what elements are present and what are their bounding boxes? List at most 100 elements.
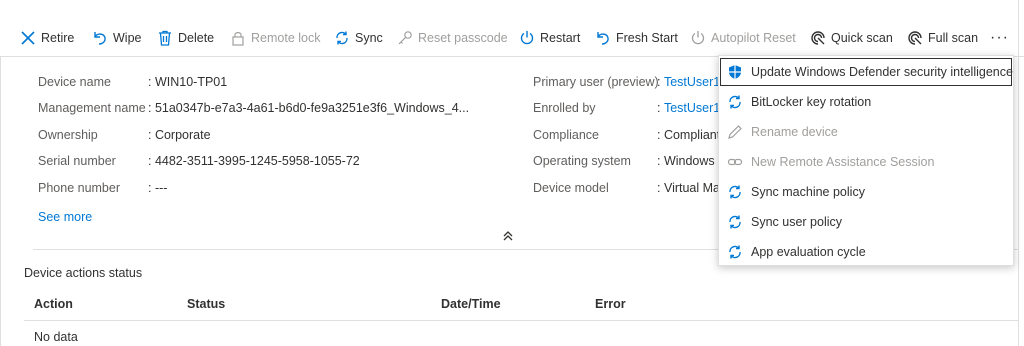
operating-system-row: Operating system : Windows: [533, 151, 715, 171]
management-name-row: Management name : 51a0347b-e7a3-4a61-b6d…: [38, 98, 469, 118]
autopilot-reset-button[interactable]: Autopilot Reset: [690, 24, 796, 52]
compliance-label: Compliance: [533, 128, 600, 142]
panel-left-border: [0, 56, 1, 346]
colon: :: [148, 154, 155, 168]
enrolled-by-link[interactable]: TestUser1: [664, 101, 720, 115]
menu-item-label: Update Windows Defender security intelli…: [751, 65, 1013, 79]
phone-number-label: Phone number: [38, 181, 121, 195]
more-actions-button[interactable]: ···: [990, 24, 1009, 52]
scan-icon: [908, 31, 922, 45]
device-name-label: Device name: [38, 75, 111, 89]
retire-button[interactable]: Retire: [20, 24, 74, 52]
collapse-chevron-icon[interactable]: [501, 229, 515, 243]
primary-user-row: Primary user (preview) : TestUser1: [533, 72, 720, 92]
retire-label: Retire: [41, 31, 75, 45]
operating-system-value: Windows: [663, 154, 715, 168]
restart-label: Restart: [540, 31, 581, 45]
lock-icon: [232, 32, 244, 46]
reset-passcode-button[interactable]: Reset passcode: [397, 24, 508, 52]
delete-button[interactable]: Delete: [157, 24, 214, 52]
device-model-row: Device model : Virtual Ma: [533, 178, 720, 198]
quick-scan-label: Quick scan: [831, 31, 893, 45]
autopilot-reset-label: Autopilot Reset: [711, 31, 796, 45]
delete-label: Delete: [178, 31, 215, 45]
sync-icon: [729, 245, 741, 259]
colon: :: [657, 101, 664, 115]
key-icon: [398, 31, 412, 45]
ownership-row: Ownership : Corporate: [38, 125, 211, 145]
enrolled-by-label: Enrolled by: [533, 101, 596, 115]
menu-item-label: Sync user policy: [751, 215, 843, 229]
management-name-value: 51a0347b-e7a3-4a61-b6d0-fe9a3251e3f6_Win…: [154, 101, 470, 115]
sync-icon: [336, 31, 348, 45]
remote-lock-button[interactable]: Remote lock: [230, 24, 320, 52]
menu-item-sync-user-policy[interactable]: Sync user policy: [719, 207, 1013, 237]
colon: :: [148, 181, 155, 195]
menu-item-label: Rename device: [751, 125, 838, 139]
device-actions-status-title: Device actions status: [24, 266, 143, 280]
full-scan-label: Full scan: [928, 31, 979, 45]
undo-icon: [94, 32, 106, 45]
serial-number-label: Serial number: [38, 154, 116, 168]
fresh-start-button[interactable]: Fresh Start: [595, 24, 678, 52]
menu-item-label: BitLocker key rotation: [751, 95, 872, 109]
link-icon: [727, 158, 743, 166]
colon: :: [657, 181, 664, 195]
menu-item-bitlocker-rotation[interactable]: BitLocker key rotation: [719, 87, 1013, 117]
remote-lock-label: Remote lock: [251, 31, 321, 45]
restart-button[interactable]: Restart: [519, 24, 580, 52]
ownership-value: Corporate: [154, 128, 211, 142]
colon: :: [657, 75, 664, 89]
more-actions-menu: Update Windows Defender security intelli…: [718, 55, 1014, 266]
column-header-error[interactable]: Error: [595, 297, 626, 311]
serial-number-row: Serial number : 4482-3511-3995-1245-5958…: [38, 151, 360, 171]
quick-scan-button[interactable]: Quick scan: [810, 24, 893, 52]
ownership-label: Ownership: [38, 128, 98, 142]
full-scan-button[interactable]: Full scan: [907, 24, 978, 52]
colon: :: [148, 128, 155, 142]
menu-item-sync-machine-policy[interactable]: Sync machine policy: [719, 177, 1013, 207]
no-data-text: No data: [34, 330, 78, 344]
compliance-value: Compliant: [663, 128, 721, 142]
sync-button[interactable]: Sync: [334, 24, 383, 52]
undo-icon: [597, 32, 609, 45]
reset-passcode-label: Reset passcode: [418, 31, 508, 45]
pencil-icon: [728, 125, 742, 139]
menu-item-label: App evaluation cycle: [751, 245, 866, 259]
serial-number-value: 4482-3511-3995-1245-5958-1055-72: [154, 154, 360, 168]
menu-item-app-evaluation-cycle[interactable]: App evaluation cycle: [719, 237, 1013, 267]
sync-icon: [729, 95, 741, 109]
menu-item-label: New Remote Assistance Session: [751, 155, 935, 169]
column-header-datetime[interactable]: Date/Time: [441, 297, 501, 311]
primary-user-link[interactable]: TestUser1: [664, 75, 720, 89]
close-icon: [21, 31, 35, 45]
panel-right-border: [1018, 0, 1019, 346]
management-name-label: Management name: [38, 101, 146, 115]
device-model-value: Virtual Ma: [663, 181, 720, 195]
power-icon: [691, 31, 705, 45]
sync-icon: [729, 185, 741, 199]
defender-shield-icon: [729, 65, 741, 79]
colon: :: [148, 75, 155, 89]
wipe-button[interactable]: Wipe: [92, 24, 141, 52]
more-icon: ···: [990, 29, 1009, 46]
column-header-action[interactable]: Action: [34, 297, 73, 311]
primary-user-label: Primary user (preview): [533, 75, 659, 89]
device-name-value: WIN10-TP01: [154, 75, 228, 89]
sync-label: Sync: [355, 31, 383, 45]
column-header-status[interactable]: Status: [187, 297, 225, 311]
scan-icon: [811, 31, 825, 45]
colon: :: [148, 101, 155, 115]
enrolled-by-row: Enrolled by : TestUser1: [533, 98, 720, 118]
colon: :: [657, 154, 664, 168]
menu-item-update-defender[interactable]: Update Windows Defender security intelli…: [719, 57, 1013, 87]
phone-number-value: ---: [154, 181, 168, 195]
compliance-row: Compliance : Compliant: [533, 125, 720, 145]
device-name-row: Device name : WIN10-TP01: [38, 72, 227, 92]
see-more-link[interactable]: See more: [38, 210, 92, 224]
menu-item-remote-assistance[interactable]: New Remote Assistance Session: [719, 147, 1013, 177]
phone-number-row: Phone number : ---: [38, 178, 167, 198]
menu-item-rename-device[interactable]: Rename device: [719, 117, 1013, 147]
device-model-label: Device model: [533, 181, 609, 195]
wipe-label: Wipe: [113, 31, 142, 45]
